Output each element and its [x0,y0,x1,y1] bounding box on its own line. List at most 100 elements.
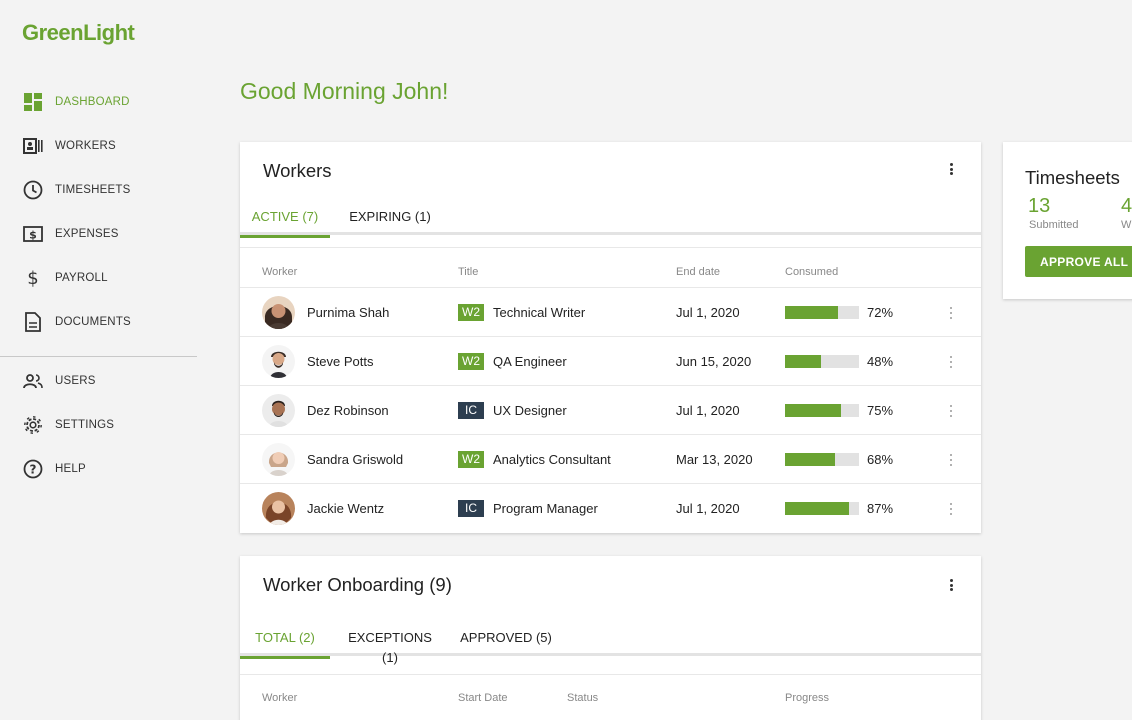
sidebar-nav: DASHBOARD WORKERS TIMESHEETS $ EXPENSES … [0,80,197,491]
column-header-status[interactable]: Status [567,692,598,704]
tab-total[interactable]: TOTAL (2) [240,628,330,659]
sidebar-item-workers[interactable]: WORKERS [0,124,197,168]
worker-end-date: Jun 15, 2020 [676,354,752,369]
avatar [262,345,295,378]
column-header-worker[interactable]: Worker [262,692,297,704]
worker-type-badge: W2 [458,451,484,468]
sidebar-item-payroll[interactable]: $ PAYROLL [0,256,197,300]
worker-end-date: Jul 1, 2020 [676,501,740,516]
onboarding-tabs: TOTAL (2) EXCEPTIONS (1) APPROVED (5) [240,628,981,665]
row-menu-icon[interactable] [945,306,957,320]
table-row[interactable]: Steve Potts W2 QA Engineer Jun 15, 2020 … [240,336,981,385]
avatar [262,394,295,427]
column-header-consumed[interactable]: Consumed [785,266,838,278]
tab-approved[interactable]: APPROVED (5) [458,628,554,656]
consumed-progress-fill [785,502,850,515]
worker-end-date: Jul 1, 2020 [676,305,740,320]
worker-title: Program Manager [493,501,598,516]
avatar [262,296,295,329]
table-row[interactable]: Dez Robinson IC UX Designer Jul 1, 2020 … [240,385,981,434]
sidebar-item-label: TIMESHEETS [55,184,131,196]
worker-end-date: Jul 1, 2020 [676,403,740,418]
table-row[interactable]: Purnima Shah W2 Technical Writer Jul 1, … [240,287,981,336]
dollar-icon: $ [23,268,43,288]
onboarding-card-title: Worker Onboarding (9) [263,574,452,595]
gear-icon [23,415,43,435]
dollar-box-icon: $ [23,224,43,244]
avatar [262,443,295,476]
sidebar-item-label: USERS [55,375,96,387]
worker-name[interactable]: Dez Robinson [307,403,389,418]
consumed-progress-fill [785,306,839,319]
approve-all-button[interactable]: APPROVE ALL [1025,246,1132,277]
sidebar-item-documents[interactable]: DOCUMENTS [0,300,197,344]
consumed-percent: 72% [867,305,894,320]
timesheets-card-title: Timesheets [1025,167,1120,188]
consumed-percent: 68% [867,452,894,467]
sidebar-item-expenses[interactable]: $ EXPENSES [0,212,197,256]
timesheets-second-count[interactable]: 4 [1121,195,1132,218]
worker-name[interactable]: Purnima Shah [307,305,389,320]
worker-type-badge: IC [458,500,484,517]
consumed-percent: 75% [867,403,894,418]
row-menu-icon[interactable] [945,404,957,418]
clock-icon [23,180,43,200]
consumed-progress-bar [785,404,859,417]
timesheets-second-label: W [1121,219,1132,231]
consumed-progress-fill [785,453,836,466]
column-header-worker[interactable]: Worker [262,266,297,278]
worker-title: Technical Writer [493,305,586,320]
users-icon [23,371,43,391]
table-row[interactable]: Sandra Griswold W2 Analytics Consultant … [240,434,981,483]
row-menu-icon[interactable] [945,502,957,516]
sidebar-item-label: WORKERS [55,140,116,152]
consumed-progress-fill [785,404,841,417]
timesheets-submitted-count[interactable]: 13 [1028,195,1050,218]
sidebar-item-dashboard[interactable]: DASHBOARD [0,80,197,124]
table-row[interactable]: Jackie Wentz IC Program Manager Jul 1, 2… [240,483,981,532]
svg-text:?: ? [30,463,37,477]
worker-title: UX Designer [493,403,567,418]
id-card-icon [23,136,43,156]
worker-end-date: Mar 13, 2020 [676,452,753,467]
sidebar-item-label: PAYROLL [55,272,108,284]
tab-expiring[interactable]: EXPIRING (1) [345,207,435,235]
consumed-progress-bar [785,453,859,466]
sidebar-item-settings[interactable]: SETTINGS [0,403,197,447]
table-divider [240,674,981,675]
column-header-start-date[interactable]: Start Date [458,692,508,704]
row-menu-icon[interactable] [945,453,957,467]
workers-card-title: Workers [263,160,332,181]
svg-text:$: $ [29,229,37,242]
app-logo[interactable]: GreenLight [22,20,135,46]
sidebar-item-label: EXPENSES [55,228,119,240]
sidebar-item-label: HELP [55,463,86,475]
consumed-percent: 87% [867,501,894,516]
worker-type-badge: W2 [458,304,484,321]
timesheets-submitted-label: Submitted [1029,219,1079,231]
sidebar-item-label: DOCUMENTS [55,316,131,328]
sidebar-item-help[interactable]: ? HELP [0,447,197,491]
tab-active[interactable]: ACTIVE (7) [240,207,330,238]
column-header-title[interactable]: Title [458,266,478,278]
row-menu-icon[interactable] [945,355,957,369]
worker-name[interactable]: Steve Potts [307,354,373,369]
workers-card: Workers ACTIVE (7) EXPIRING (1) Worker T… [240,142,981,533]
worker-type-badge: W2 [458,353,484,370]
column-header-end-date[interactable]: End date [676,266,720,278]
sidebar-item-users[interactable]: USERS [0,359,197,403]
column-header-progress[interactable]: Progress [785,692,829,704]
sidebar-item-timesheets[interactable]: TIMESHEETS [0,168,197,212]
worker-name[interactable]: Sandra Griswold [307,452,403,467]
consumed-progress-bar [785,502,859,515]
consumed-percent: 48% [867,354,894,369]
onboarding-card-menu-icon[interactable] [945,578,957,592]
worker-name[interactable]: Jackie Wentz [307,501,384,516]
dashboard-icon [23,92,43,112]
worker-type-badge: IC [458,402,484,419]
sidebar-item-label: DASHBOARD [55,96,130,108]
worker-title: Analytics Consultant [493,452,611,467]
worker-title: QA Engineer [493,354,567,369]
tab-exceptions[interactable]: EXCEPTIONS (1) [340,628,440,665]
workers-card-menu-icon[interactable] [945,162,957,176]
